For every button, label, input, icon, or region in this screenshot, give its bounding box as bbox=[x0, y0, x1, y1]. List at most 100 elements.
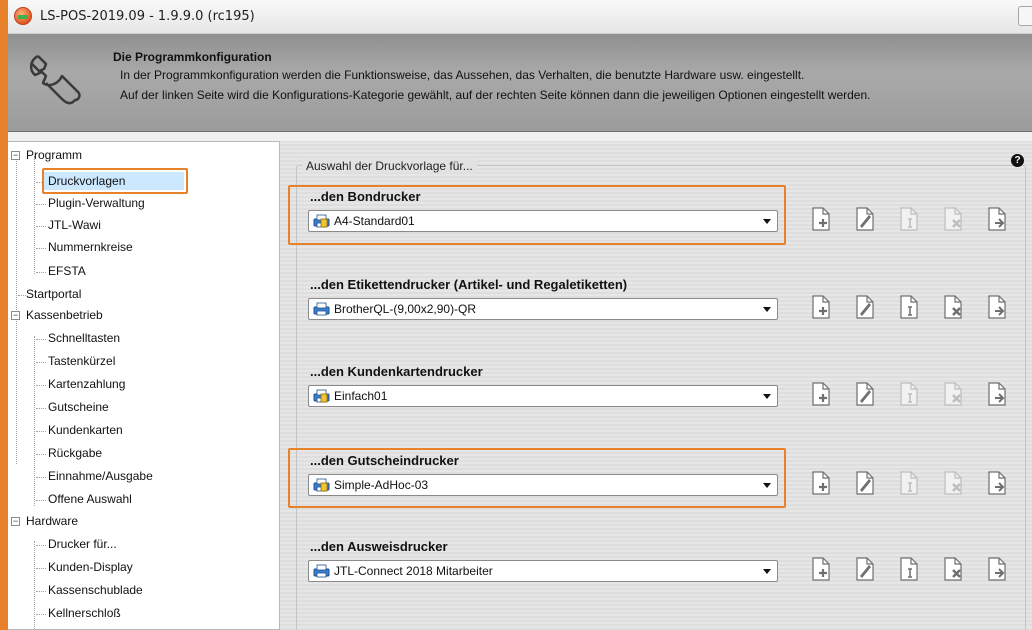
wrench-icon bbox=[29, 54, 81, 105]
delete-document-icon bbox=[942, 207, 964, 234]
tree-item-offene-auswahl[interactable]: Offene Auswahl bbox=[48, 490, 132, 508]
tree-item-tastenkuerzel[interactable]: Tastenkürzel bbox=[48, 352, 115, 370]
rename-document-icon bbox=[898, 295, 920, 322]
page-title: Die Programmkonfiguration bbox=[113, 50, 272, 64]
tree-item-gutscheine[interactable]: Gutscheine bbox=[48, 398, 109, 416]
new-template-button[interactable] bbox=[810, 295, 832, 319]
tree-item-kassenbetrieb[interactable]: − Kassenbetrieb bbox=[8, 306, 103, 324]
edit-document-icon bbox=[854, 295, 876, 322]
tree-item-kellnerschloss[interactable]: Kellnerschloß bbox=[48, 604, 121, 622]
new-template-button[interactable] bbox=[810, 557, 832, 581]
new-document-icon bbox=[810, 207, 832, 234]
export-document-icon bbox=[986, 557, 1008, 584]
tree-item-jtl-wawi[interactable]: JTL-Wawi bbox=[48, 216, 101, 234]
selected-template: Simple-AdHoc-03 bbox=[334, 478, 429, 492]
chevron-down-icon[interactable] bbox=[763, 219, 771, 224]
tree-item-kassenschublade[interactable]: Kassenschublade bbox=[48, 581, 143, 599]
rename-template-button bbox=[898, 207, 920, 231]
tree-item-hardware[interactable]: − Hardware bbox=[8, 512, 78, 530]
export-document-icon bbox=[986, 295, 1008, 322]
rename-template-button[interactable] bbox=[898, 557, 920, 581]
delete-template-button[interactable] bbox=[942, 295, 964, 319]
tree-item-plugin-verwaltung[interactable]: Plugin-Verwaltung bbox=[48, 194, 145, 212]
chevron-down-icon[interactable] bbox=[763, 483, 771, 488]
window-control-button[interactable] bbox=[1018, 6, 1032, 26]
rename-document-icon bbox=[898, 471, 920, 498]
tree-item-druckvorlagen[interactable]: Druckvorlagen bbox=[44, 172, 184, 190]
tree-item-startportal[interactable]: Startportal bbox=[26, 285, 81, 303]
tree-item-kartenzahlung[interactable]: Kartenzahlung bbox=[48, 375, 125, 393]
window-title: LS-POS-2019.09 - 1.9.9.0 (rc195) bbox=[40, 9, 255, 24]
new-template-button[interactable] bbox=[810, 382, 832, 406]
group-legend: Auswahl der Druckvorlage für... bbox=[302, 159, 477, 173]
template-select-gutscheindrucker[interactable]: Simple-AdHoc-03 bbox=[308, 474, 778, 496]
new-document-icon bbox=[810, 471, 832, 498]
chevron-down-icon[interactable] bbox=[763, 394, 771, 399]
export-template-button[interactable] bbox=[986, 295, 1008, 319]
template-select-etikettendrucker[interactable]: BrotherQL-(9,00x2,90)-QR bbox=[308, 298, 778, 320]
export-document-icon bbox=[986, 207, 1008, 234]
new-document-icon bbox=[810, 382, 832, 409]
printer-label-kundenkartendrucker: ...den Kundenkartendrucker bbox=[310, 364, 483, 379]
tree-item-drucker-fuer[interactable]: Drucker für... bbox=[48, 535, 117, 553]
export-template-button[interactable] bbox=[986, 382, 1008, 406]
help-icon[interactable]: ? bbox=[1011, 154, 1024, 167]
rename-document-icon bbox=[898, 557, 920, 584]
collapse-icon[interactable]: − bbox=[11, 517, 20, 526]
tree-item-efsta[interactable]: EFSTA bbox=[48, 262, 86, 280]
new-template-button[interactable] bbox=[810, 471, 832, 495]
export-template-button[interactable] bbox=[986, 471, 1008, 495]
selected-template: BrotherQL-(9,00x2,90)-QR bbox=[334, 302, 477, 316]
edit-document-icon bbox=[854, 382, 876, 409]
rename-template-button bbox=[898, 471, 920, 495]
title-bar: LS-POS-2019.09 - 1.9.9.0 (rc195) bbox=[8, 0, 1032, 34]
edit-document-icon bbox=[854, 557, 876, 584]
edit-template-button[interactable] bbox=[854, 471, 876, 495]
category-tree: − Programm Druckvorlagen Plugin-Verwaltu… bbox=[8, 141, 280, 630]
export-template-button[interactable] bbox=[986, 207, 1008, 231]
edit-template-button[interactable] bbox=[854, 382, 876, 406]
delete-document-icon bbox=[942, 471, 964, 498]
delete-template-button[interactable] bbox=[942, 557, 964, 581]
chevron-down-icon[interactable] bbox=[763, 569, 771, 574]
printer-icon bbox=[313, 564, 330, 578]
app-icon bbox=[14, 7, 32, 25]
printer-icon bbox=[313, 389, 330, 403]
new-document-icon bbox=[810, 557, 832, 584]
edit-template-button[interactable] bbox=[854, 295, 876, 319]
tree-item-einnahme-ausgabe[interactable]: Einnahme/Ausgabe bbox=[48, 467, 153, 485]
edit-template-button[interactable] bbox=[854, 207, 876, 231]
printer-label-ausweisdrucker: ...den Ausweisdrucker bbox=[310, 539, 448, 554]
rename-document-icon bbox=[898, 207, 920, 234]
template-select-ausweisdrucker[interactable]: JTL-Connect 2018 Mitarbeiter bbox=[308, 560, 778, 582]
collapse-icon[interactable]: − bbox=[11, 151, 20, 160]
edit-template-button[interactable] bbox=[854, 557, 876, 581]
header-description-1: In der Programmkonfiguration werden die … bbox=[120, 68, 805, 82]
printer-label-etikettendrucker: ...den Etikettendrucker (Artikel- und Re… bbox=[310, 277, 628, 292]
tree-item-programm[interactable]: − Programm bbox=[8, 146, 82, 164]
tree-item-nummernkreise[interactable]: Nummernkreise bbox=[48, 238, 133, 256]
rename-template-button[interactable] bbox=[898, 295, 920, 319]
header-description-2: Auf der linken Seite wird die Konfigurat… bbox=[120, 88, 871, 102]
delete-template-button bbox=[942, 382, 964, 406]
tree-item-schnelltasten[interactable]: Schnelltasten bbox=[48, 329, 120, 347]
tree-item-kunden-display[interactable]: Kunden-Display bbox=[48, 558, 133, 576]
delete-document-icon bbox=[942, 557, 964, 584]
rename-template-button bbox=[898, 382, 920, 406]
delete-document-icon bbox=[942, 382, 964, 409]
collapse-icon[interactable]: − bbox=[11, 311, 20, 320]
printer-icon bbox=[313, 302, 330, 316]
new-template-button[interactable] bbox=[810, 207, 832, 231]
export-document-icon bbox=[986, 471, 1008, 498]
chevron-down-icon[interactable] bbox=[763, 307, 771, 312]
options-panel: Auswahl der Druckvorlage für... ? ...den… bbox=[280, 141, 1032, 630]
tree-item-rueckgabe[interactable]: Rückgabe bbox=[48, 444, 102, 462]
printer-icon bbox=[313, 478, 330, 492]
template-select-bondrucker[interactable]: A4-Standard01 bbox=[308, 210, 778, 232]
app-window: LS-POS-2019.09 - 1.9.9.0 (rc195) Die Pro… bbox=[8, 0, 1032, 630]
template-select-kundenkartendrucker[interactable]: Einfach01 bbox=[308, 385, 778, 407]
printer-icon bbox=[313, 214, 330, 228]
tree-item-kundenkarten[interactable]: Kundenkarten bbox=[48, 421, 123, 439]
export-template-button[interactable] bbox=[986, 557, 1008, 581]
delete-template-button bbox=[942, 471, 964, 495]
